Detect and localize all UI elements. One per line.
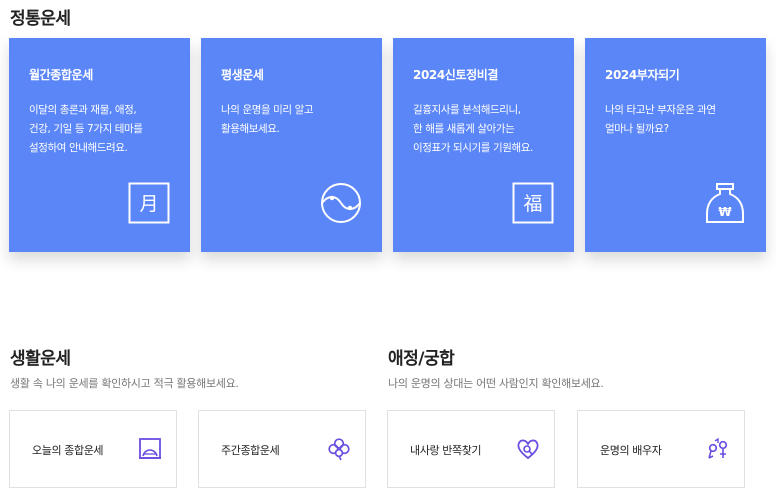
tile-find-soulmate[interactable]: 내사랑 반쪽찾기: [387, 410, 555, 488]
section-subtitle-life: 생활 속 나의 운세를 확인하시고 적극 활용해보세요.: [10, 377, 239, 390]
card-title: 2024부자되기: [605, 68, 680, 82]
tile-label: 내사랑 반쪽찾기: [410, 444, 482, 457]
card-desc: 나의 타고난 부자운은 과연 얼마나 될까요?: [605, 104, 716, 135]
card-title: 2024신토정비결: [413, 68, 498, 82]
tile-label: 운명의 배우자: [600, 444, 662, 457]
month-char-icon: 月: [128, 182, 170, 224]
svg-text:₩: ₩: [718, 205, 732, 219]
tile-label: 주간종합운세: [221, 444, 280, 457]
tile-destined-spouse[interactable]: 운명의 배우자: [577, 410, 745, 488]
card-tojeong-fortune[interactable]: 2024신토정비결 길흉지사를 분석해드리니, 한 해를 새롭게 살아가는 이정…: [393, 38, 574, 252]
card-desc: 나의 운명을 미리 알고 활용해보세요.: [221, 104, 314, 135]
section-subtitle-love: 나의 운명의 상대는 어떤 사람인지 확인해보세요.: [388, 377, 604, 390]
section-title-life: 생활운세: [10, 349, 71, 369]
fortune-char-icon: 福: [512, 182, 554, 224]
svg-text:福: 福: [523, 193, 542, 215]
svg-text:月: 月: [139, 193, 158, 215]
card-title: 평생운세: [221, 68, 264, 82]
section-title-love: 애정/궁합: [388, 349, 455, 369]
section-title-traditional: 정통운세: [10, 9, 71, 29]
yin-yang-icon: [321, 183, 361, 223]
tile-weekly-fortune[interactable]: 주간종합운세: [198, 410, 366, 488]
tile-today-fortune[interactable]: 오늘의 종합운세: [9, 410, 177, 488]
sunrise-frame-icon: [139, 438, 161, 459]
clover-icon: [328, 438, 350, 461]
gender-symbols-icon: [708, 437, 728, 459]
money-bag-icon: ₩: [706, 183, 744, 223]
card-lifetime-fortune[interactable]: 평생운세 나의 운명을 미리 알고 활용해보세요.: [201, 38, 382, 252]
heart-search-icon: [517, 439, 539, 460]
card-desc: 길흉지사를 분석해드리니, 한 해를 새롭게 살아가는 이정표가 되시기를 기원…: [413, 104, 533, 154]
card-monthly-fortune[interactable]: 월간종합운세 이달의 총론과 재물, 애정, 건강, 기일 등 7가지 테마를 …: [9, 38, 190, 252]
tile-label: 오늘의 종합운세: [32, 444, 104, 457]
card-become-rich[interactable]: 2024부자되기 나의 타고난 부자운은 과연 얼마나 될까요? ₩: [585, 38, 766, 252]
card-desc: 이달의 총론과 재물, 애정, 건강, 기일 등 7가지 테마를 설정하여 안내…: [29, 104, 143, 154]
card-title: 월간종합운세: [29, 68, 93, 82]
